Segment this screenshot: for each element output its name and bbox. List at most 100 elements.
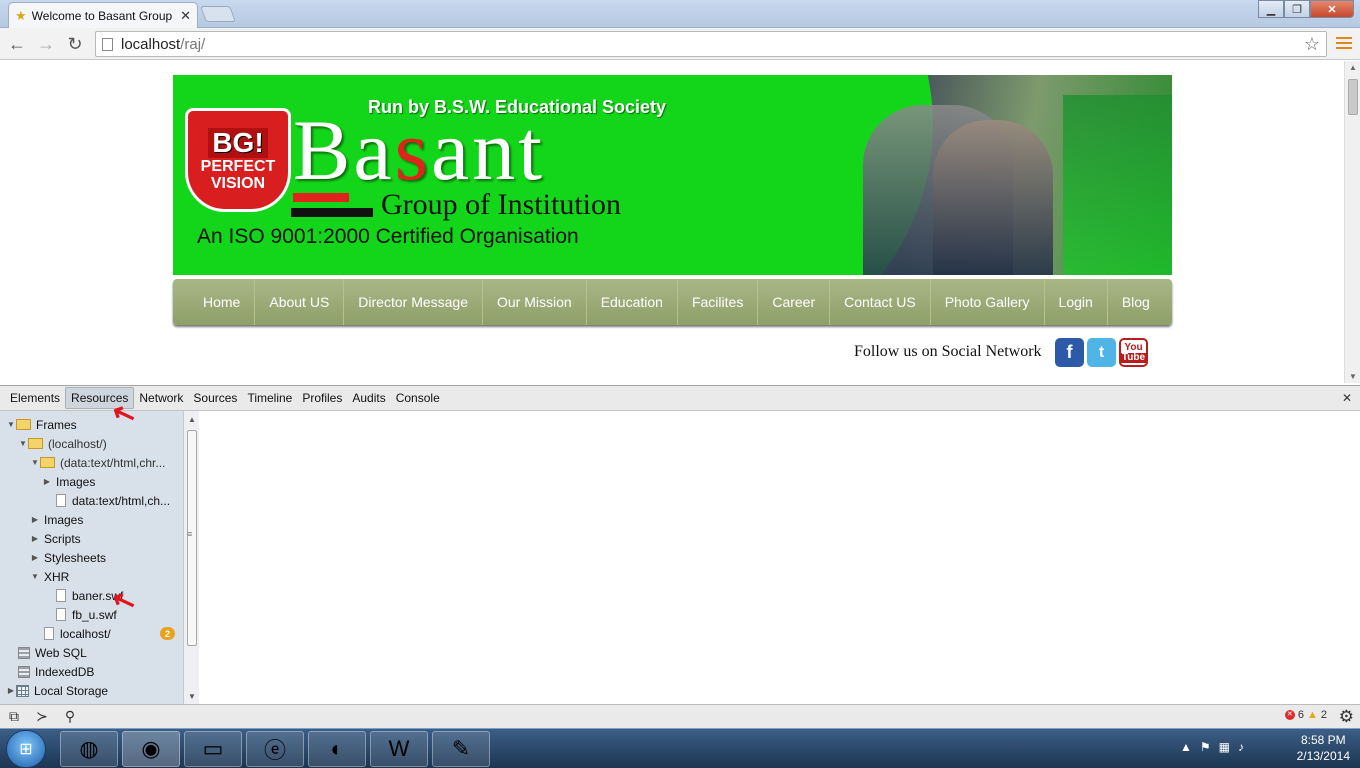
tree-label: Images [44, 512, 84, 527]
new-tab-button[interactable] [200, 6, 236, 22]
brand-pre: Ba [293, 102, 395, 198]
facebook-icon[interactable]: f [1055, 338, 1084, 367]
tree-item-web-sql[interactable]: Web SQL [0, 643, 183, 662]
tree-item-indexeddb[interactable]: IndexedDB [0, 662, 183, 681]
browser-tab[interactable]: ★ Welcome to Basant Group ✕ [8, 2, 198, 28]
tab-close-icon[interactable]: ✕ [180, 8, 191, 24]
document-icon [56, 589, 66, 602]
tree-label: Local Storage [34, 683, 109, 698]
scroll-down-icon[interactable]: ▼ [188, 692, 196, 701]
tray-expand-icon[interactable]: ▲ [1180, 740, 1192, 754]
brand-red-bar [293, 193, 349, 202]
tree-item-localhost-frame[interactable]: ▼ (localhost/) [0, 434, 183, 453]
chrome-menu-icon[interactable] [1336, 35, 1352, 51]
taskbar-explorer-folder-icon[interactable]: ▭ [184, 731, 242, 767]
collapsed-triangle-icon[interactable]: ▶ [30, 515, 40, 524]
expanded-triangle-icon[interactable]: ▼ [30, 458, 40, 467]
minimize-button[interactable]: ▁ [1258, 0, 1284, 18]
back-arrow-icon[interactable]: ← [6, 33, 28, 55]
bookmark-star-icon[interactable]: ☆ [1304, 34, 1320, 55]
tray-network-icon[interactable]: ▦ [1219, 740, 1230, 754]
youtube-icon[interactable]: You Tube [1119, 338, 1148, 367]
scroll-up-icon[interactable]: ▲ [1349, 63, 1357, 72]
tree-item-localhost-doc[interactable]: localhost/2 [0, 624, 183, 643]
nav-blog[interactable]: Blog [1108, 279, 1164, 325]
page-viewport: BG! PERFECT VISION Run by B.S.W. Educati… [0, 61, 1344, 383]
iso-tagline: An ISO 9001:2000 Certified Organisation [197, 225, 579, 248]
tree-item-frames[interactable]: ▼ Frames [0, 415, 183, 434]
devtools-tab-sources[interactable]: Sources [188, 388, 242, 408]
tree-item-xhr[interactable]: ▼ XHR [0, 567, 183, 586]
page-scroll-thumb[interactable] [1348, 79, 1358, 115]
tree-label: (localhost/) [48, 436, 107, 451]
tree-item-data-doc[interactable]: data:text/html,ch... [0, 491, 183, 510]
nav-login[interactable]: Login [1045, 279, 1108, 325]
tree-item-fb-u-swf[interactable]: fb_u.swf [0, 605, 183, 624]
devtools-tab-timeline[interactable]: Timeline [242, 388, 297, 408]
forward-arrow-icon[interactable]: → [35, 33, 57, 55]
devtools-tab-network[interactable]: Network [134, 388, 188, 408]
url-host: localhost [121, 35, 181, 53]
nav-facilites[interactable]: Facilites [678, 279, 759, 325]
devtools-tab-audits[interactable]: Audits [347, 388, 390, 408]
tree-item-data-frame[interactable]: ▼ (data:text/html,chr... [0, 453, 183, 472]
gear-icon[interactable]: ⚙ [1339, 707, 1354, 727]
dock-icon[interactable]: ⧉ [0, 706, 28, 728]
tree-item-baner-swf[interactable]: baner.swf [0, 586, 183, 605]
collapsed-triangle-icon[interactable]: ▶ [30, 534, 40, 543]
expanded-triangle-icon[interactable]: ▼ [18, 439, 28, 448]
nav-home[interactable]: Home [189, 279, 256, 325]
favicon-star-icon: ★ [15, 7, 27, 23]
collapsed-triangle-icon[interactable]: ▶ [42, 477, 52, 486]
nav-photo-gallery[interactable]: Photo Gallery [931, 279, 1045, 325]
tree-item-images-sub[interactable]: ▶ Images [0, 472, 183, 491]
taskbar-app-globe-icon[interactable]: ◍ [60, 731, 118, 767]
tray-flag-icon[interactable]: ⚑ [1200, 740, 1211, 754]
nav-about-us[interactable]: About US [255, 279, 345, 325]
taskbar-ie-icon[interactable]: ⓔ [246, 731, 304, 767]
folder-icon [16, 419, 31, 430]
nav-director-message[interactable]: Director Message [344, 279, 483, 325]
sidebar-scrollbar[interactable]: ▲ ≡ ▼ [183, 411, 199, 704]
splitter-grip-icon[interactable]: ≡ [187, 529, 192, 539]
address-bar[interactable]: localhost/raj/ ☆ [95, 31, 1327, 57]
taskbar-word-icon[interactable]: W [370, 731, 428, 767]
devtools-close-icon[interactable]: ✕ [1342, 391, 1352, 405]
tree-item-scripts[interactable]: ▶ Scripts [0, 529, 183, 548]
devtools-tab-profiles[interactable]: Profiles [297, 388, 347, 408]
taskbar-firefox-icon[interactable]: ◐ [308, 731, 366, 767]
nav-education[interactable]: Education [587, 279, 678, 325]
taskbar-feather-icon[interactable]: ✎ [432, 731, 490, 767]
collapsed-triangle-icon[interactable]: ▶ [6, 686, 16, 695]
tray-volume-icon[interactable]: ♪ [1238, 740, 1244, 754]
folder-icon [28, 438, 43, 449]
taskbar-chrome-icon[interactable]: ◉ [122, 731, 180, 767]
logo-text-bg: BG! [208, 128, 268, 158]
close-window-button[interactable]: ✕ [1310, 0, 1354, 18]
scroll-down-icon[interactable]: ▼ [1349, 372, 1357, 381]
expanded-triangle-icon[interactable]: ▼ [6, 420, 16, 429]
tree-item-stylesheets[interactable]: ▶ Stylesheets [0, 548, 183, 567]
maximize-button[interactable]: ❐ [1284, 0, 1310, 18]
nav-contact-us[interactable]: Contact US [830, 279, 931, 325]
brand-post: ant [431, 102, 546, 198]
tree-label: Images [56, 474, 96, 489]
tree-item-local-storage[interactable]: ▶ Local Storage [0, 681, 183, 700]
tab-title: Welcome to Basant Group [31, 8, 173, 23]
devtools-tab-elements[interactable]: Elements [5, 388, 65, 408]
clock[interactable]: 8:58 PM 2/13/2014 [1297, 732, 1350, 764]
expanded-triangle-icon[interactable]: ▼ [30, 572, 40, 581]
page-scrollbar[interactable]: ▲ ▼ [1344, 61, 1360, 383]
start-button[interactable]: ⊞ [6, 730, 46, 768]
twitter-icon[interactable]: t [1087, 338, 1116, 367]
tree-item-images[interactable]: ▶ Images [0, 510, 183, 529]
nav-our-mission[interactable]: Our Mission [483, 279, 587, 325]
console-drawer-icon[interactable]: ≻ [28, 706, 56, 728]
scroll-up-icon[interactable]: ▲ [188, 415, 196, 424]
nav-career[interactable]: Career [758, 279, 831, 325]
collapsed-triangle-icon[interactable]: ▶ [30, 553, 40, 562]
error-warning-counter[interactable]: ✕ 6 ▲ 2 [1284, 709, 1327, 721]
search-icon[interactable]: ⚲ [56, 706, 84, 728]
reload-icon[interactable]: ↻ [64, 33, 86, 55]
devtools-tab-console[interactable]: Console [391, 388, 445, 408]
